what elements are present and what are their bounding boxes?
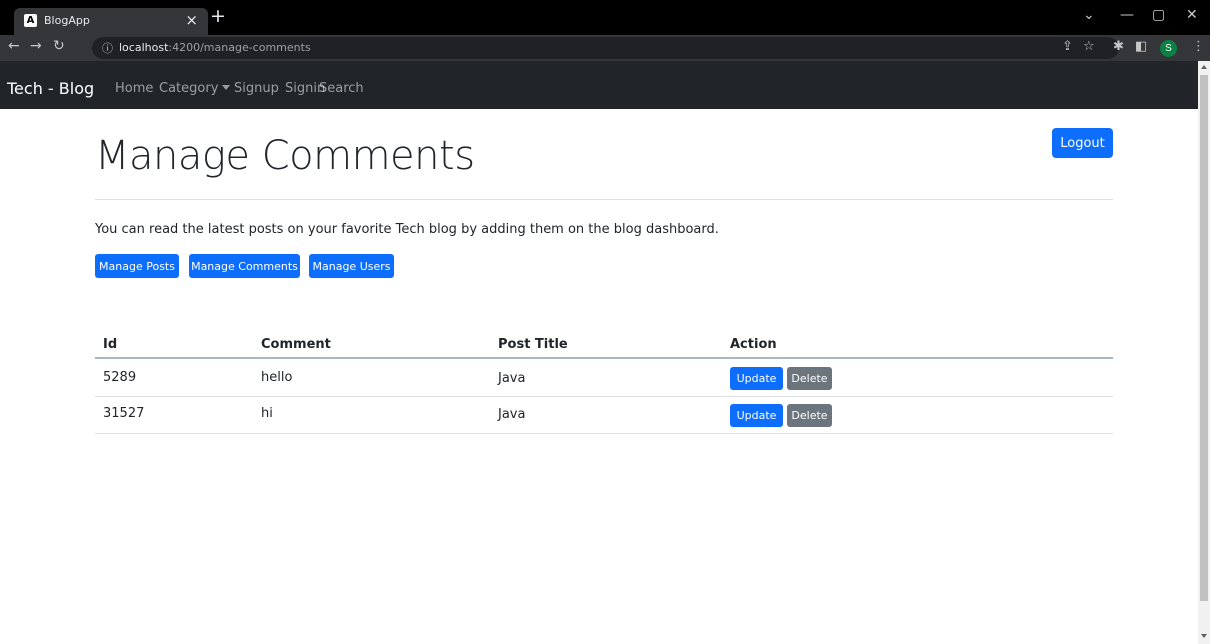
scroll-up-icon[interactable] xyxy=(1201,65,1207,69)
url-host: localhost xyxy=(119,41,169,54)
plus-icon[interactable]: + xyxy=(210,5,226,27)
nav-category[interactable]: Category xyxy=(159,81,231,96)
cell-post-title: Java xyxy=(498,371,526,386)
caret-down-icon xyxy=(222,85,231,90)
navbar-brand[interactable]: Tech - Blog xyxy=(7,79,94,98)
tab-title: BlogApp xyxy=(44,14,90,27)
sidebar-icon[interactable]: ◧ xyxy=(1135,39,1147,54)
row-divider xyxy=(95,396,1113,397)
chevron-down-icon[interactable]: ⌄ xyxy=(1083,7,1095,23)
row-divider xyxy=(95,433,1113,434)
share-icon[interactable]: ⇪ xyxy=(1062,39,1073,54)
page-description: You can read the latest posts on your fa… xyxy=(95,222,719,237)
cell-comment: hi xyxy=(261,406,273,421)
extensions-icon[interactable]: ✱ xyxy=(1113,39,1124,54)
reload-icon[interactable]: ↻ xyxy=(53,38,65,54)
page-scrollbar[interactable] xyxy=(1198,61,1210,644)
nav-signup[interactable]: Signup xyxy=(234,81,279,96)
nav-search[interactable]: Search xyxy=(319,81,364,96)
update-button[interactable]: Update xyxy=(730,404,783,427)
column-header-action: Action xyxy=(730,337,777,352)
menu-icon[interactable]: ⋮ xyxy=(1192,39,1205,54)
logout-button[interactable]: Logout xyxy=(1052,128,1113,158)
browser-tab-bar: A BlogApp × + ⌄ — ▢ ✕ xyxy=(0,0,1210,35)
cell-id: 5289 xyxy=(103,370,137,385)
update-button[interactable]: Update xyxy=(730,367,783,390)
url-text: localhost:4200/manage-comments xyxy=(119,41,311,54)
back-arrow-icon[interactable]: ← xyxy=(8,38,20,54)
app-navbar: Tech - Blog Home Category Signup Signin … xyxy=(0,61,1198,109)
cell-post-title: Java xyxy=(498,407,526,422)
column-header-comment: Comment xyxy=(261,337,331,352)
table-header-divider xyxy=(95,357,1113,359)
cell-id: 31527 xyxy=(103,406,145,421)
close-window-icon[interactable]: ✕ xyxy=(1186,7,1198,23)
minimize-icon[interactable]: — xyxy=(1120,7,1134,23)
info-icon[interactable]: ⓘ xyxy=(102,40,113,56)
scroll-down-icon[interactable] xyxy=(1201,634,1207,638)
profile-avatar[interactable]: S xyxy=(1160,40,1177,57)
divider xyxy=(95,199,1113,200)
manage-posts-button[interactable]: Manage Posts xyxy=(95,254,179,278)
manage-comments-button[interactable]: Manage Comments xyxy=(189,254,300,278)
close-icon[interactable]: × xyxy=(185,11,198,29)
browser-tab[interactable]: A BlogApp × xyxy=(14,8,208,35)
column-header-id: Id xyxy=(103,337,118,352)
scroll-thumb[interactable] xyxy=(1200,75,1208,601)
cell-comment: hello xyxy=(261,370,293,385)
browser-address-bar: ← → ↻ ⓘ localhost:4200/manage-comments ⇪… xyxy=(0,35,1210,61)
page-title: Manage Comments xyxy=(95,133,475,179)
angular-favicon-icon: A xyxy=(24,14,37,27)
url-input[interactable]: ⓘ localhost:4200/manage-comments xyxy=(92,37,1119,59)
url-path: :4200/manage-comments xyxy=(168,41,311,54)
maximize-icon[interactable]: ▢ xyxy=(1152,7,1165,23)
delete-button[interactable]: Delete xyxy=(787,404,832,427)
forward-arrow-icon[interactable]: → xyxy=(30,38,42,54)
star-icon[interactable]: ☆ xyxy=(1083,39,1095,54)
nav-home[interactable]: Home xyxy=(115,81,153,96)
nav-category-label: Category xyxy=(159,81,219,96)
delete-button[interactable]: Delete xyxy=(787,367,832,390)
column-header-post-title: Post Title xyxy=(498,337,568,352)
manage-users-button[interactable]: Manage Users xyxy=(309,254,394,278)
